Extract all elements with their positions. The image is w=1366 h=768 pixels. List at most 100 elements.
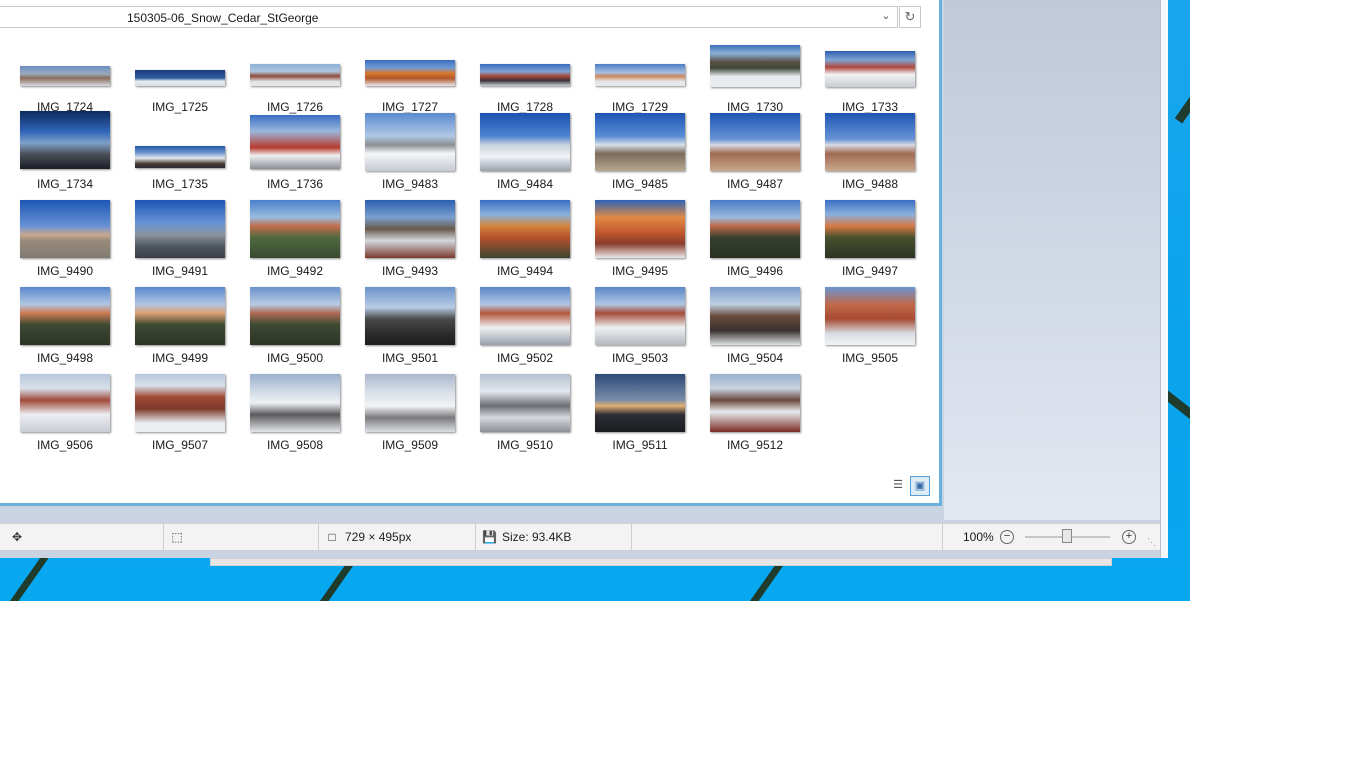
thumbnail-item[interactable]: IMG_1736: [230, 111, 345, 198]
thumbnail-item[interactable]: IMG_9495: [575, 198, 690, 285]
thumbnail-item[interactable]: IMG_9485: [575, 111, 690, 198]
thumbnail-item[interactable]: IMG_9511: [575, 372, 690, 459]
thumbnail-image[interactable]: [480, 200, 570, 258]
thumbnail-image[interactable]: [20, 374, 110, 432]
thumbnail-item[interactable]: IMG_1729: [575, 34, 690, 121]
thumbnail-item[interactable]: IMG_9488: [805, 111, 920, 198]
thumbnail-item[interactable]: IMG_9483: [345, 111, 460, 198]
thumbnail-image[interactable]: [595, 374, 685, 432]
thumbnail-item[interactable]: IMG_9508: [230, 372, 345, 459]
thumbnail-image[interactable]: [365, 374, 455, 432]
thumbnail-item[interactable]: IMG_1733: [805, 34, 920, 121]
thumbnail-item[interactable]: IMG_1725: [115, 34, 230, 121]
thumbnail-image[interactable]: [135, 374, 225, 432]
thumbnail-view-button[interactable]: ▣: [910, 476, 930, 496]
thumbnail-image[interactable]: [595, 287, 685, 345]
thumbnail-image[interactable]: [825, 113, 915, 171]
thumbnail-item[interactable]: IMG_1724: [0, 34, 115, 121]
thumbnail-image[interactable]: [480, 287, 570, 345]
thumbnail-label: IMG_9501: [381, 351, 439, 365]
thumbnail-image[interactable]: [825, 200, 915, 258]
thumbnail-image[interactable]: [20, 66, 110, 86]
thumbnail-image[interactable]: [135, 200, 225, 258]
thumbnail-image[interactable]: [365, 287, 455, 345]
thumbnail-item[interactable]: IMG_9487: [690, 111, 805, 198]
thumbnail-item[interactable]: IMG_1730: [690, 34, 805, 121]
thumbnail-item[interactable]: IMG_9490: [0, 198, 115, 285]
thumbnail-image[interactable]: [365, 200, 455, 258]
horizontal-scrollbar[interactable]: [210, 558, 1112, 566]
thumbnail-label: IMG_9495: [611, 264, 669, 278]
thumbnail-item[interactable]: IMG_9505: [805, 285, 920, 372]
thumbnail-item[interactable]: IMG_9492: [230, 198, 345, 285]
thumbnail-label: IMG_9493: [381, 264, 439, 278]
thumbnail-image[interactable]: [250, 374, 340, 432]
thumbnail-image[interactable]: [135, 287, 225, 345]
zoom-slider-thumb[interactable]: [1062, 529, 1072, 543]
thumbnail-item[interactable]: IMG_9507: [115, 372, 230, 459]
thumbnail-label: IMG_1736: [266, 177, 324, 191]
thumbnail-image[interactable]: [710, 200, 800, 258]
thumbnail-item[interactable]: IMG_9497: [805, 198, 920, 285]
thumbnail-image[interactable]: [710, 287, 800, 345]
thumbnail-item[interactable]: IMG_9484: [460, 111, 575, 198]
thumbnail-image[interactable]: [20, 200, 110, 258]
thumbnail-image[interactable]: [480, 374, 570, 432]
thumbnail-label: IMG_9497: [841, 264, 899, 278]
thumbnail-label: IMG_9509: [381, 438, 439, 452]
thumbnail-image[interactable]: [250, 287, 340, 345]
thumbnail-image[interactable]: [825, 51, 915, 87]
thumbnail-item[interactable]: IMG_9496: [690, 198, 805, 285]
zoom-out-button[interactable]: −: [1000, 530, 1014, 544]
thumbnail-image[interactable]: [135, 70, 225, 86]
thumbnail-label: IMG_1735: [151, 177, 209, 191]
thumbnail-image[interactable]: [20, 111, 110, 169]
list-view-icon: ☰: [893, 479, 903, 491]
status-move-segment[interactable]: ✥: [0, 524, 164, 550]
details-view-button[interactable]: ☰: [888, 476, 908, 496]
thumbnail-image[interactable]: [480, 113, 570, 171]
thumbnail-item[interactable]: IMG_1734: [0, 111, 115, 198]
thumbnail-image[interactable]: [250, 115, 340, 169]
thumbnail-image[interactable]: [250, 200, 340, 258]
wallpaper-stripe: [1174, 85, 1190, 124]
status-select-segment[interactable]: ⬚: [164, 524, 319, 550]
resize-grip-icon[interactable]: ⋱: [1147, 537, 1156, 548]
thumbnail-image[interactable]: [825, 287, 915, 345]
status-dimensions-segment: □ 729 × 495px: [319, 524, 476, 550]
thumbnail-item[interactable]: IMG_1728: [460, 34, 575, 121]
thumbnail-image[interactable]: [250, 64, 340, 86]
status-bar: ✥ ⬚ □ 729 × 495px 💾 Size: 93.4KB 100% − + …: [0, 523, 1160, 551]
thumbnail-image[interactable]: [595, 113, 685, 171]
thumbnail-item[interactable]: IMG_9491: [115, 198, 230, 285]
thumbnail-item[interactable]: IMG_9509: [345, 372, 460, 459]
image-dimensions: 729 × 495px: [345, 530, 412, 544]
thumbnail-item[interactable]: IMG_9506: [0, 372, 115, 459]
zoom-in-button[interactable]: +: [1122, 530, 1136, 544]
thumbnail-image[interactable]: [595, 200, 685, 258]
thumbnail-item[interactable]: IMG_1735: [115, 111, 230, 198]
thumbnail-item[interactable]: IMG_1727: [345, 34, 460, 121]
thumbnail-item[interactable]: IMG_1726: [230, 34, 345, 121]
thumbnail-image[interactable]: [710, 374, 800, 432]
thumbnail-item[interactable]: IMG_9494: [460, 198, 575, 285]
thumbnail-label: IMG_9488: [841, 177, 899, 191]
thumbnail-item[interactable]: IMG_9502: [460, 285, 575, 372]
thumbnail-item[interactable]: IMG_9504: [690, 285, 805, 372]
thumbnail-image[interactable]: [365, 113, 455, 171]
thumbnail-item[interactable]: IMG_9493: [345, 198, 460, 285]
thumbnail-image[interactable]: [20, 287, 110, 345]
thumbnail-item[interactable]: IMG_9503: [575, 285, 690, 372]
thumbnail-image[interactable]: [595, 64, 685, 86]
thumbnail-item[interactable]: IMG_9498: [0, 285, 115, 372]
thumbnail-item[interactable]: IMG_9510: [460, 372, 575, 459]
thumbnail-item[interactable]: IMG_9499: [115, 285, 230, 372]
thumbnail-item[interactable]: IMG_9501: [345, 285, 460, 372]
thumbnail-item[interactable]: IMG_9512: [690, 372, 805, 459]
thumbnail-item[interactable]: IMG_9500: [230, 285, 345, 372]
thumbnail-image[interactable]: [135, 146, 225, 168]
thumbnail-image[interactable]: [710, 45, 800, 87]
thumbnail-image[interactable]: [710, 113, 800, 171]
thumbnail-image[interactable]: [365, 60, 455, 86]
thumbnail-image[interactable]: [480, 64, 570, 86]
